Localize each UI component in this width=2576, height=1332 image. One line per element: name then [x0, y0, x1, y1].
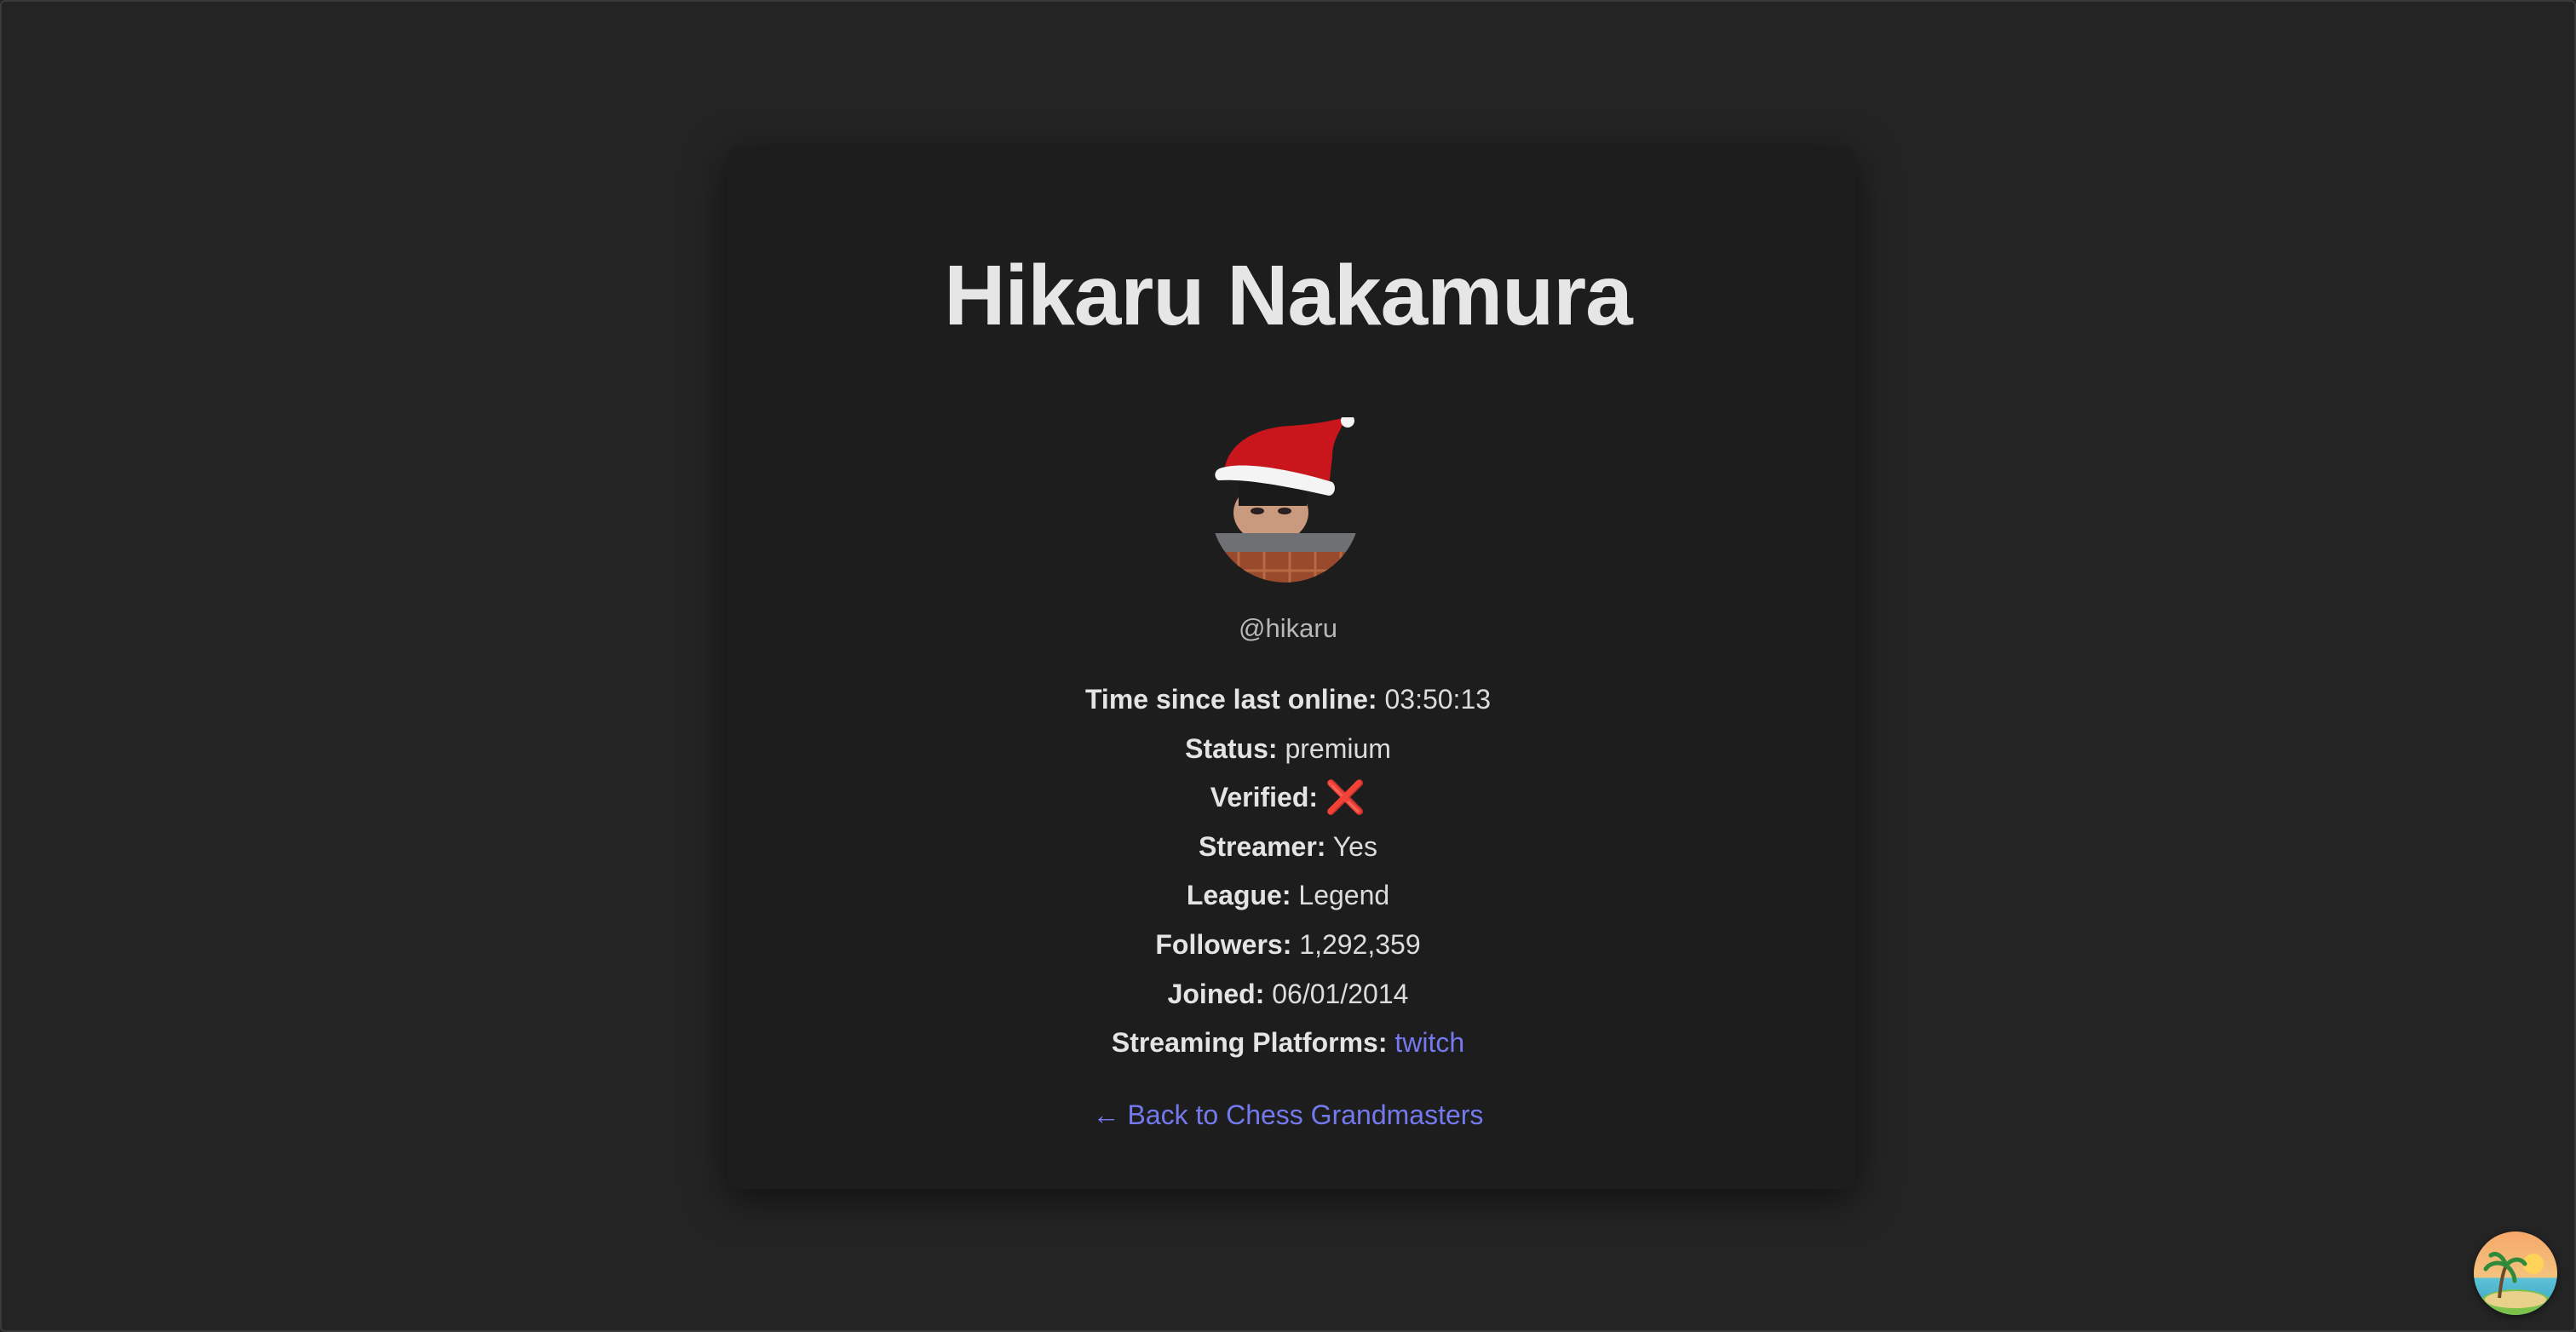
detail-value: 06/01/2014 — [1272, 978, 1409, 1009]
detail-value: Yes — [1332, 830, 1377, 862]
detail-label: Time since last online: — [1084, 684, 1377, 715]
avatar — [1205, 414, 1366, 588]
back-to-grandmasters-link[interactable]: ← Back to Chess Grandmasters — [1093, 1099, 1484, 1130]
detail-label: Status: — [1185, 732, 1278, 764]
page-title: Hikaru Nakamura — [944, 248, 1633, 343]
detail-value: Legend — [1298, 880, 1390, 911]
detail-label: Streaming Platforms: — [1111, 1027, 1388, 1059]
detail-verified: Verified: ❌ — [2, 778, 2574, 827]
app-window: Hikaru Nakamura @hikaru Time since last … — [0, 0, 2576, 1332]
avatar-image — [1210, 414, 1360, 583]
detail-value: 03:50:13 — [1384, 684, 1492, 715]
detail-label: Verified: — [1210, 782, 1319, 813]
cross-mark-icon: ❌ — [1325, 780, 1366, 817]
detail-label: Joined: — [1167, 978, 1265, 1009]
beach-island-icon[interactable] — [2474, 1232, 2557, 1315]
detail-label: Streamer: — [1199, 830, 1326, 862]
detail-status: Status: premium — [2, 729, 2574, 778]
profile-details: Time since last online: 03:50:13 Status:… — [2, 680, 2574, 1072]
detail-followers: Followers: 1,292,359 — [2, 925, 2574, 974]
detail-label: Followers: — [1155, 928, 1292, 960]
detail-streaming-platforms: Streaming Platforms: twitch — [2, 1023, 2574, 1072]
detail-joined: Joined: 06/01/2014 — [2, 974, 2574, 1024]
twitch-link[interactable]: twitch — [1394, 1027, 1464, 1058]
detail-streamer: Streamer: Yes — [2, 827, 2574, 876]
back-nav: ← Back to Chess Grandmasters — [2, 1095, 2574, 1134]
detail-last-online: Time since last online: 03:50:13 — [2, 680, 2574, 729]
detail-label: League: — [1186, 880, 1291, 911]
detail-value: 1,292,359 — [1299, 928, 1421, 960]
detail-value: premium — [1285, 732, 1391, 764]
username-handle: @hikaru — [1239, 613, 1337, 643]
detail-league: League: Legend — [2, 876, 2574, 925]
